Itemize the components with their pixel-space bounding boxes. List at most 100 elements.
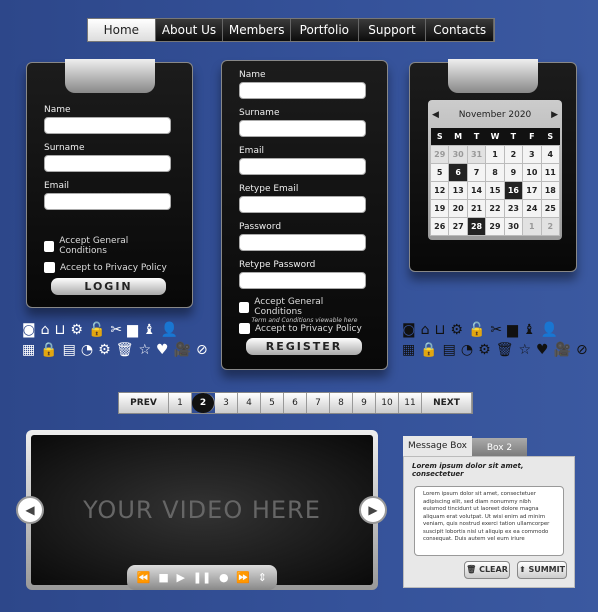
calendar-day[interactable]: 17 [522,180,542,200]
name-input[interactable] [44,117,171,134]
video-screen[interactable]: YOUR VIDEO HERE [31,435,373,585]
forward-icon[interactable]: ⏩ [236,571,250,584]
basket-icon[interactable]: ⊔ [54,322,65,338]
calendar-day[interactable]: 29 [429,144,450,164]
user-icon[interactable]: 👤 [161,322,178,338]
checkbox-row[interactable]: Accept General Conditions [44,236,171,256]
stop-icon[interactable]: ■ [158,571,168,584]
nav-item-contacts[interactable]: Contacts [426,19,495,41]
page-2[interactable]: 2 [192,393,215,413]
calendar-day[interactable]: 19 [429,198,450,218]
checkbox[interactable] [44,262,55,273]
register-button[interactable]: REGISTER [246,338,362,355]
heart-icon[interactable]: ♥ [156,342,169,358]
briefcase-icon[interactable]: ▆ [127,322,138,338]
checkbox[interactable] [239,301,250,313]
page-9[interactable]: 9 [353,393,376,413]
calendar-day[interactable]: 14 [466,180,487,200]
calendar-day[interactable]: 1 [485,144,505,164]
calendar-day[interactable]: 4 [540,144,561,164]
page-11[interactable]: 11 [399,393,422,413]
trash-icon[interactable]: 🗑 [496,342,514,358]
nav-item-support[interactable]: Support [359,19,427,41]
calendar-day[interactable]: 26 [429,216,450,236]
page-10[interactable]: 10 [376,393,399,413]
calendar-day[interactable]: 3 [522,144,542,164]
calendar-day[interactable]: 7 [466,162,487,182]
calendar-day[interactable]: 31 [466,144,487,164]
calendar-day[interactable]: 13 [448,180,468,200]
next-month-button[interactable]: ▶ [551,110,558,120]
briefcase-icon[interactable]: ▆ [507,322,518,338]
calendar-day[interactable]: 28 [466,216,487,236]
name-input[interactable] [239,82,366,99]
calendar-day[interactable]: 18 [540,180,561,200]
calendar-day[interactable]: 6 [448,162,468,182]
calendar-day[interactable]: 8 [485,162,505,182]
calendar-day[interactable]: 29 [485,216,505,236]
nav-item-about-us[interactable]: About Us [156,19,224,41]
trash-icon[interactable]: 🗑 [116,342,134,358]
calendar-day[interactable]: 2 [540,216,561,236]
checkbox[interactable] [44,240,55,252]
tab-box-2[interactable]: Box 2 [472,438,527,458]
ban-icon[interactable]: ⊘ [196,342,208,358]
calendar-day[interactable]: 2 [503,144,524,164]
pie-chart-icon[interactable]: ◔ [81,342,93,358]
next-button[interactable]: NEXT [422,393,472,413]
calendar-day[interactable]: 10 [522,162,542,182]
chess-icon[interactable]: ♝ [523,322,536,338]
calculator-icon[interactable]: ▤ [63,342,76,358]
rss-icon[interactable]: ◙ [22,322,36,338]
lock-icon[interactable]: 🔒 [420,342,437,358]
nav-item-home[interactable]: Home [88,19,156,41]
gears-icon[interactable]: ⚙ [478,342,491,358]
video-prev-button[interactable]: ◀ [16,496,44,524]
page-3[interactable]: 3 [215,393,238,413]
calendar-day[interactable]: 24 [522,198,542,218]
record-icon[interactable]: ● [219,571,229,584]
basket-icon[interactable]: ⊔ [434,322,445,338]
scissors-icon[interactable]: ✂ [490,322,502,338]
calendar-day[interactable]: 1 [522,216,542,236]
calendar-day[interactable]: 9 [503,162,524,182]
clear-button[interactable]: 🗑 CLEAR [464,561,510,579]
calculator-icon[interactable]: ▤ [443,342,456,358]
star-icon[interactable]: ☆ [138,342,151,358]
chess-icon[interactable]: ♝ [143,322,156,338]
gears-icon[interactable]: ⚙ [98,342,111,358]
video-camera-icon[interactable]: 🎥 [174,342,191,358]
video-camera-icon[interactable]: 🎥 [554,342,571,358]
lock-icon[interactable]: 🔒 [40,342,57,358]
submit-button[interactable]: ⬆ SUMMIT [517,561,567,579]
terms-link[interactable]: Term and Conditions viewable here [222,317,387,324]
scissors-icon[interactable]: ✂ [110,322,122,338]
retype-password-input[interactable] [239,272,366,289]
checkbox-row[interactable]: Accept to Privacy Policy [239,323,366,334]
page-5[interactable]: 5 [261,393,284,413]
calendar-day[interactable]: 30 [503,216,524,236]
login-button[interactable]: LOGIN [51,278,166,295]
nav-item-portfolio[interactable]: Portfolio [291,19,359,41]
email-input[interactable] [44,193,171,210]
prev-month-button[interactable]: ◀ [432,110,439,120]
checkbox-row[interactable]: Accept to Privacy Policy [44,262,171,273]
surname-input[interactable] [239,120,366,137]
unlock-icon[interactable]: 🔓 [88,322,105,338]
home-icon[interactable]: ⌂ [41,322,50,338]
calendar-day[interactable]: 23 [503,198,524,218]
nav-item-members[interactable]: Members [223,19,292,41]
volume-icon[interactable]: ⇕ [258,571,267,584]
video-next-button[interactable]: ▶ [359,496,387,524]
page-4[interactable]: 4 [238,393,261,413]
gear-icon[interactable]: ⚙ [450,322,463,338]
tab-message-box[interactable]: Message Box [403,436,472,456]
rss-icon[interactable]: ◙ [402,322,416,338]
play-icon[interactable]: ▶ [177,571,185,584]
prev-button[interactable]: PREV [119,393,169,413]
calendar-day[interactable]: 22 [485,198,505,218]
pie-chart-icon[interactable]: ◔ [461,342,473,358]
calendar-day[interactable]: 27 [448,216,468,236]
user-icon[interactable]: 👤 [541,322,558,338]
email-input[interactable] [239,158,366,175]
